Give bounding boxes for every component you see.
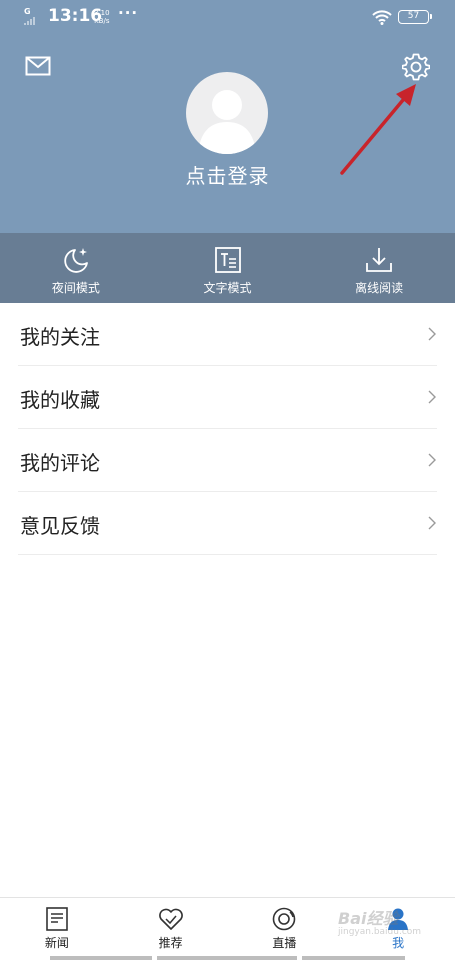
menu-item-label: 意见反馈 <box>20 514 100 538</box>
network-speed: 3.10 KB/s <box>94 9 110 25</box>
offline-reading-label: 离线阅读 <box>355 281 404 295</box>
night-mode-button[interactable]: 夜间模式 <box>0 233 152 303</box>
heart-icon <box>158 908 183 930</box>
text-mode-button[interactable]: 文字模式 <box>152 233 304 303</box>
gesture-bar-right <box>302 956 405 960</box>
text-mode-icon <box>214 247 241 273</box>
chevron-right-icon <box>428 516 436 530</box>
live-icon <box>273 907 296 931</box>
menu-item-label: 我的评论 <box>20 451 100 475</box>
mail-icon[interactable] <box>25 54 51 78</box>
wifi-icon <box>372 10 392 25</box>
signal-bars-icon <box>24 17 35 25</box>
tab-recommend[interactable]: 推荐 <box>114 898 228 960</box>
tab-recommend-label: 推荐 <box>158 936 183 950</box>
signal-label: G <box>24 7 31 16</box>
avatar[interactable] <box>186 72 268 154</box>
watermark-brand: Bai经验 <box>338 909 399 928</box>
chevron-right-icon <box>428 390 436 404</box>
text-mode-label: 文字模式 <box>203 281 252 295</box>
mode-bar: 夜间模式 文字模式 离线阅读 <box>0 233 455 303</box>
menu-item-label: 我的关注 <box>20 325 100 349</box>
menu-item-label: 我的收藏 <box>20 388 100 412</box>
profile-menu: 我的关注 我的收藏 我的评论 意见反馈 <box>0 303 455 555</box>
moon-icon <box>64 248 88 273</box>
more-notifications-icon: ··· <box>118 4 139 22</box>
night-mode-label: 夜间模式 <box>51 281 100 295</box>
tab-live-label: 直播 <box>272 936 297 950</box>
menu-item-following[interactable]: 我的关注 <box>18 303 437 366</box>
menu-item-favorites[interactable]: 我的收藏 <box>18 366 437 429</box>
settings-gear-icon[interactable] <box>402 53 430 81</box>
default-avatar-icon <box>198 90 256 154</box>
menu-item-comments[interactable]: 我的评论 <box>18 429 437 492</box>
news-icon <box>46 907 68 931</box>
network-speed-unit: KB/s <box>94 17 110 25</box>
gesture-bar-center <box>157 956 297 960</box>
profile-header: G 13:16 3.10 KB/s ··· 57 点击登录 <box>0 0 455 233</box>
tab-live[interactable]: 直播 <box>228 898 342 960</box>
battery-indicator: 57 <box>398 10 432 24</box>
status-bar: G 13:16 3.10 KB/s ··· 57 <box>0 0 455 36</box>
baidu-watermark: Bai经验 jingyan.baidu.com <box>338 905 438 937</box>
watermark-url: jingyan.baidu.com <box>338 927 422 937</box>
offline-reading-button[interactable]: 离线阅读 <box>303 233 455 303</box>
chevron-right-icon <box>428 327 436 341</box>
tab-news-label: 新闻 <box>44 936 69 950</box>
network-speed-value: 3.10 <box>94 9 110 17</box>
tab-news[interactable]: 新闻 <box>0 898 114 960</box>
gesture-bar-left <box>50 956 152 960</box>
download-icon <box>366 248 393 272</box>
login-link[interactable]: 点击登录 <box>0 160 455 189</box>
chevron-right-icon <box>428 453 436 467</box>
menu-item-feedback[interactable]: 意见反馈 <box>18 492 437 555</box>
